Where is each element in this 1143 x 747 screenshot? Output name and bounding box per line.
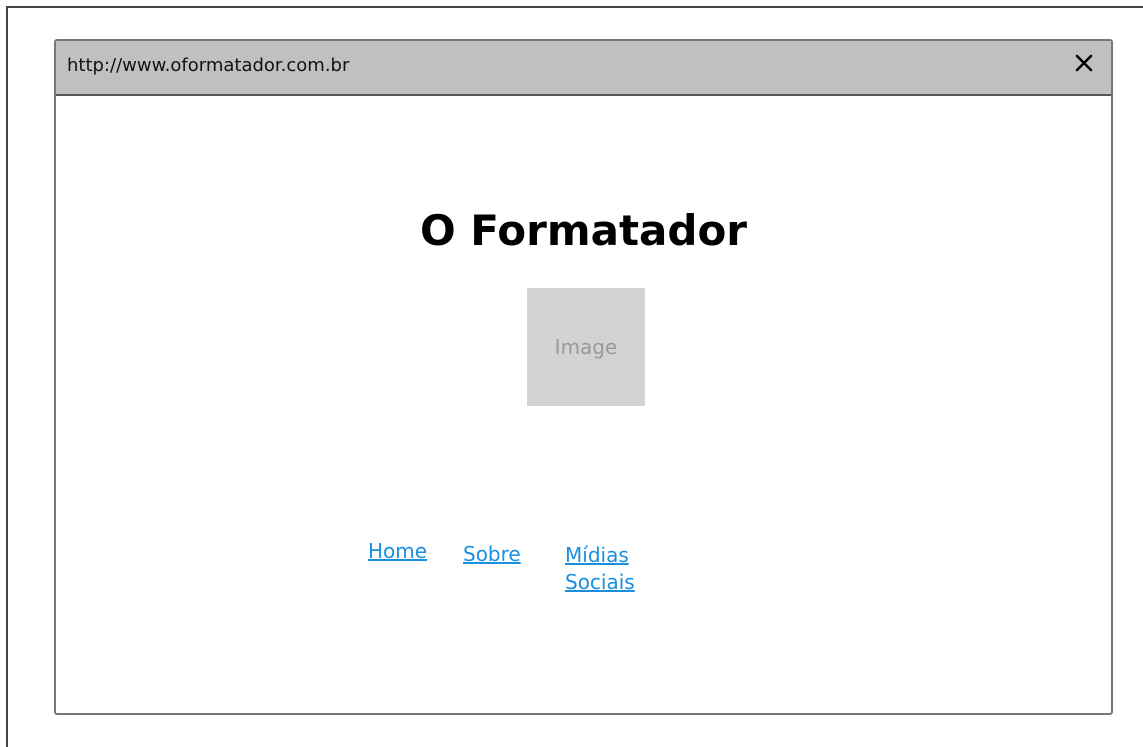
url-bar[interactable]: http://www.oformatador.com.br xyxy=(67,54,349,78)
close-icon[interactable] xyxy=(1073,52,1095,74)
nav-link-sobre[interactable]: Sobre xyxy=(463,541,521,568)
page-title: O Formatador xyxy=(419,206,748,255)
nav-link-midias-sociais[interactable]: Mídias Sociais xyxy=(565,542,655,596)
nav-link-home[interactable]: Home xyxy=(368,538,427,565)
image-placeholder: Image xyxy=(527,288,645,406)
image-placeholder-label: Image xyxy=(554,335,618,359)
browser-window: http://www.oformatador.com.br O Formatad… xyxy=(54,39,1113,715)
browser-titlebar: http://www.oformatador.com.br xyxy=(56,41,1111,96)
